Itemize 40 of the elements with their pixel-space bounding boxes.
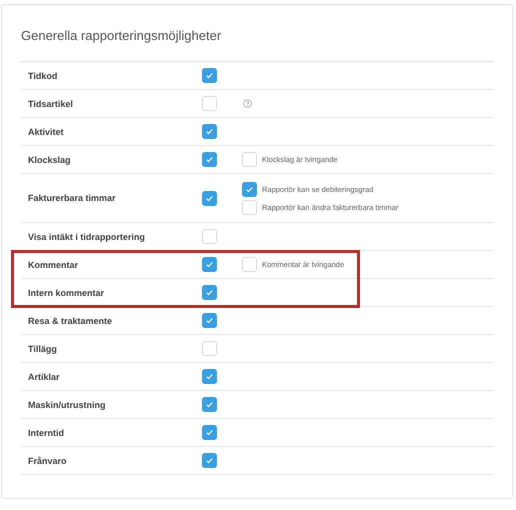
check-icon bbox=[205, 372, 214, 381]
checkbox[interactable] bbox=[202, 190, 217, 206]
check-icon bbox=[205, 400, 214, 409]
check-icon bbox=[245, 184, 254, 194]
checkbox[interactable] bbox=[202, 313, 217, 328]
checkbox[interactable] bbox=[202, 369, 217, 384]
help-icon[interactable] bbox=[243, 99, 252, 108]
check-icon bbox=[205, 260, 214, 269]
setting-label: Klockslag bbox=[27, 154, 72, 164]
check-icon bbox=[205, 71, 214, 80]
checkbox[interactable] bbox=[202, 285, 217, 300]
check-icon bbox=[205, 194, 214, 202]
setting-label: Frånvaro bbox=[27, 456, 68, 466]
setting-label: Resa & traktamente bbox=[27, 316, 114, 326]
setting-label: Artiklar bbox=[27, 372, 61, 382]
checkbox[interactable] bbox=[202, 425, 217, 440]
check-icon bbox=[205, 288, 214, 297]
checkbox[interactable] bbox=[202, 152, 217, 167]
setting-label: Tidkod bbox=[27, 70, 58, 80]
checkbox[interactable] bbox=[202, 453, 217, 468]
setting-label: Tidsartikel bbox=[27, 98, 74, 108]
check-icon bbox=[205, 155, 214, 164]
check-icon bbox=[205, 428, 214, 437]
check-icon bbox=[205, 456, 214, 465]
setting-label: Visa intäkt i tidrapportering bbox=[27, 232, 146, 242]
setting-label: Kommentar bbox=[27, 260, 80, 270]
setting-label: Interntid bbox=[27, 428, 65, 438]
setting-label: Aktivitet bbox=[27, 126, 65, 136]
checkbox[interactable] bbox=[202, 397, 217, 412]
setting-label: Tillägg bbox=[27, 344, 58, 354]
setting-label: Intern kommentar bbox=[27, 288, 106, 298]
check-icon bbox=[205, 127, 214, 136]
setting-label: Maskin/utrustning bbox=[27, 400, 107, 410]
check-icon bbox=[205, 316, 214, 325]
checkbox[interactable] bbox=[242, 182, 257, 196]
checkbox[interactable] bbox=[202, 68, 217, 83]
setting-label: Fakturerbara timmar bbox=[27, 193, 117, 203]
checkbox[interactable] bbox=[202, 257, 217, 272]
section-title: Generella rapporteringsmöjligheter bbox=[21, 28, 222, 43]
checkbox[interactable] bbox=[202, 124, 217, 139]
